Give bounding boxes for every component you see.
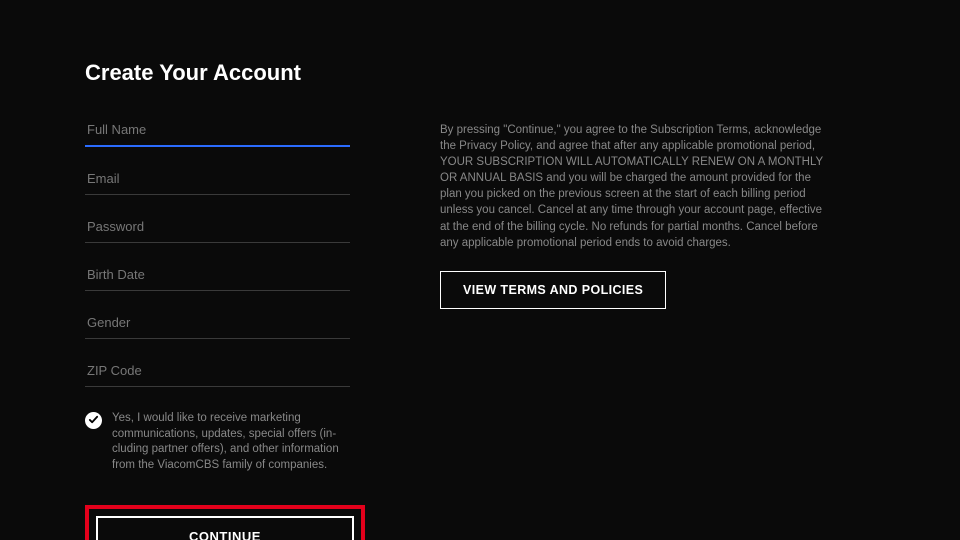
legal-text: By pressing "Continue," you agree to the… [440,122,825,251]
check-icon [88,412,99,430]
marketing-checkbox[interactable] [85,412,102,429]
view-terms-button[interactable]: VIEW TERMS AND POLICIES [440,271,666,309]
marketing-opt-text: Yes, I would like to receive marketing c… [112,411,350,473]
legal-column: By pressing "Continue," you agree to the… [440,114,825,540]
full-name-field[interactable] [85,114,350,147]
email-field[interactable] [85,163,350,195]
gender-field[interactable] [85,307,350,339]
marketing-opt-row: Yes, I would like to receive marketing c… [85,411,350,473]
account-create-page: Create Your Account Yes, I would like to… [0,0,960,540]
zip-code-field[interactable] [85,355,350,387]
page-title: Create Your Account [85,60,875,86]
continue-highlight-box: CONTINUE [85,505,365,540]
continue-button[interactable]: CONTINUE [96,516,354,540]
content-columns: Yes, I would like to receive marketing c… [85,114,875,540]
birth-date-field[interactable] [85,259,350,291]
form-column: Yes, I would like to receive marketing c… [85,114,350,540]
password-field[interactable] [85,211,350,243]
